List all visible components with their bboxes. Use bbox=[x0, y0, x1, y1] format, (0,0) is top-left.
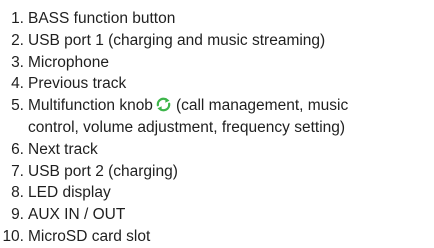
item-number: 10. bbox=[2, 227, 24, 245]
item-number: 1. bbox=[11, 10, 24, 27]
item-text: LED display bbox=[28, 184, 111, 202]
item-number: 2. bbox=[11, 31, 24, 49]
list-item: 9. AUX IN / OUT bbox=[0, 204, 434, 226]
item-text-after-icon: (call management, music bbox=[175, 97, 349, 115]
item-number: 5. bbox=[11, 97, 24, 115]
item-text-before-icon: Multifunction knob bbox=[28, 97, 153, 115]
list-item: 6. Next track bbox=[0, 139, 434, 161]
item-number: 4. bbox=[11, 75, 24, 93]
item-text: Previous track bbox=[28, 75, 127, 93]
list-item: 1. BASS function button bbox=[0, 8, 434, 30]
item-text: MicroSD card slot bbox=[28, 227, 151, 245]
numbered-feature-list: 1. BASS function button 2. USB port 1 (c… bbox=[0, 8, 434, 248]
list-item: 3. Microphone bbox=[0, 52, 434, 74]
list-item: 5. Multifunction knob (call management, m… bbox=[0, 95, 434, 139]
item-text: USB port 1 (charging and music streaming… bbox=[28, 31, 326, 49]
list-item: 7. USB port 2 (charging) bbox=[0, 161, 434, 183]
item-text: Microphone bbox=[28, 53, 109, 71]
item-text: Next track bbox=[28, 140, 98, 158]
item-text: BASS function button bbox=[28, 10, 176, 27]
rotate-arrows-icon bbox=[155, 96, 172, 113]
item-number: 6. bbox=[11, 140, 24, 158]
list-item: 8. LED display bbox=[0, 182, 434, 204]
item-number: 9. bbox=[11, 206, 24, 224]
item-number: 7. bbox=[11, 162, 24, 180]
item-text-continuation: control, volume adjustment, frequency se… bbox=[28, 118, 346, 136]
feature-legend: 1. BASS function button 2. USB port 1 (c… bbox=[0, 0, 434, 246]
list-item: 10. MicroSD card slot bbox=[0, 226, 434, 248]
list-item: 4. Previous track bbox=[0, 73, 434, 95]
list-item: 2. USB port 1 (charging and music stream… bbox=[0, 30, 434, 52]
item-text: AUX IN / OUT bbox=[28, 206, 126, 224]
item-number: 3. bbox=[11, 53, 24, 71]
item-text: USB port 2 (charging) bbox=[28, 162, 178, 180]
item-number: 8. bbox=[11, 184, 24, 202]
